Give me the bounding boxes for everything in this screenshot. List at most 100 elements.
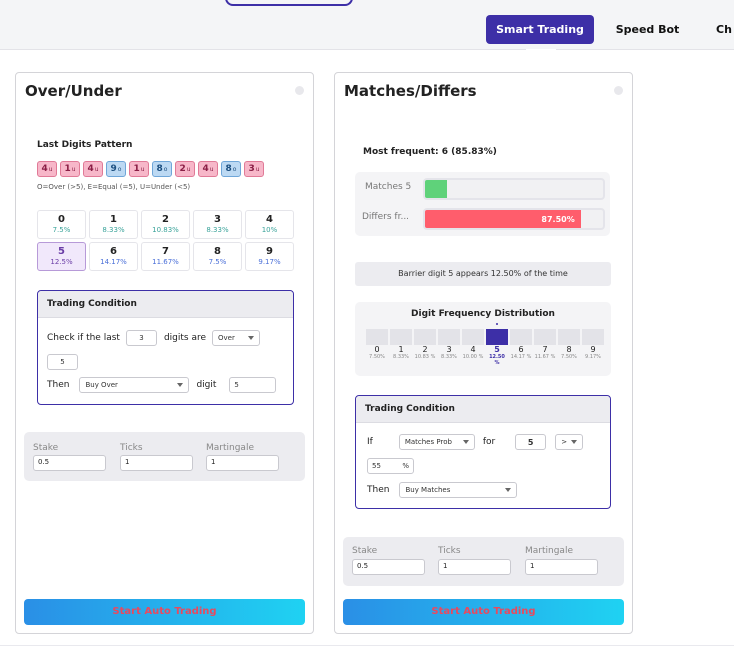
ticks-label: Ticks xyxy=(120,443,143,453)
compare-value: Over xyxy=(218,334,235,342)
digit-cell-1[interactable]: 1 8.33% xyxy=(89,210,138,239)
last-count-input[interactable]: 3 xyxy=(125,330,157,346)
marker-dot-icon xyxy=(496,323,498,325)
chip-digit: 2 xyxy=(179,164,186,174)
operator-select[interactable]: > xyxy=(555,434,584,450)
action-value: Buy Over xyxy=(85,381,118,389)
digit-cell-4[interactable]: 4 10% xyxy=(245,210,294,239)
dist-bar xyxy=(462,329,484,345)
pattern-chip: 4u xyxy=(83,161,103,177)
chevron-down-icon xyxy=(177,383,184,387)
dist-percent: 11.67 % xyxy=(534,354,556,360)
status-dot-icon xyxy=(295,86,304,95)
stake-panel: Stake 0.5 Ticks 1 Martingale 1 xyxy=(343,537,624,586)
ticks-input[interactable]: 1 xyxy=(120,455,193,471)
ticks-input[interactable]: 1 xyxy=(438,559,511,575)
status-dot-icon xyxy=(614,86,623,95)
tab-speed-bot[interactable]: Speed Bot xyxy=(610,15,685,44)
dist-digit: 6 xyxy=(518,345,524,354)
digit-stats-grid: 0 7.5% 1 8.33% 2 10.83% 3 8.33% 4 10% 5 12.5% 6 14.17… xyxy=(37,210,294,271)
digit-cell-3[interactable]: 3 8.33% xyxy=(193,210,242,239)
tab-charts[interactable]: Ch xyxy=(716,15,734,44)
differs-label: Differs fr... xyxy=(362,212,410,222)
trading-condition-panel: Trading Condition If Matches Prob for 5 … xyxy=(355,395,611,509)
martingale-input[interactable]: 1 xyxy=(525,559,598,575)
dist-percent: 10.83 % xyxy=(414,354,436,360)
digit-cell-5[interactable]: 5 12.5% xyxy=(37,242,86,271)
digit-number: 5 xyxy=(58,246,65,257)
dist-bar xyxy=(582,329,604,345)
stake-label: Stake xyxy=(352,546,378,556)
compare-select[interactable]: Over xyxy=(212,330,261,346)
threshold-value: 55 xyxy=(372,462,381,470)
dist-digit: 4 xyxy=(470,345,476,354)
action-select[interactable]: Buy Over xyxy=(79,377,190,393)
chip-digit: 4 xyxy=(41,164,48,174)
dist-col-0: 0 7.50% xyxy=(366,329,388,360)
matches-bar xyxy=(423,178,605,200)
digit-cell-8[interactable]: 8 7.5% xyxy=(193,242,242,271)
digit-input[interactable]: 5 xyxy=(229,377,277,393)
chip-type: o xyxy=(163,165,168,173)
top-bar: Smart Trading Speed Bot Ch xyxy=(0,0,734,52)
dist-bar xyxy=(390,329,412,345)
for-digit-input[interactable]: 5 xyxy=(515,434,547,450)
stake-input[interactable]: 0.5 xyxy=(33,455,106,471)
dist-percent: 14.17 % xyxy=(510,354,532,360)
digit-cell-9[interactable]: 9 9.17% xyxy=(245,242,294,271)
most-frequent-text: Most frequent: 6 (85.83%) xyxy=(363,147,497,157)
condition-value: Matches Prob xyxy=(404,438,452,446)
dist-percent: 9.17% xyxy=(585,354,601,360)
start-auto-trading-button[interactable]: Start Auto Trading xyxy=(343,599,624,625)
chip-digit: 9 xyxy=(110,164,117,174)
chip-digit: 3 xyxy=(248,164,255,174)
then-label: Then xyxy=(367,485,390,495)
martingale-input[interactable]: 1 xyxy=(206,455,279,471)
then-label: Then xyxy=(47,380,70,390)
martingale-label: Martingale xyxy=(206,443,254,453)
chip-type: u xyxy=(71,165,76,173)
digit-number: 6 xyxy=(110,246,117,257)
tab-smart-trading[interactable]: Smart Trading xyxy=(486,15,594,52)
threshold-input[interactable]: 55 % xyxy=(367,458,414,474)
if-label: If xyxy=(367,437,373,447)
dist-digit: 1 xyxy=(398,345,404,354)
probability-bars: Matches 5 Differs fr... 87.50% xyxy=(355,172,610,236)
digit-pattern-chips: 4u1u4u9o1u8o2u4u8o3u xyxy=(37,161,264,177)
dist-bar xyxy=(438,329,460,345)
digit-percent: 10% xyxy=(261,226,278,234)
digit-cell-0[interactable]: 0 7.5% xyxy=(37,210,86,239)
digit-percent: 10.83% xyxy=(152,226,179,234)
barrier-info: Barrier digit 5 appears 12.50% of the ti… xyxy=(355,262,611,286)
stake-label: Stake xyxy=(33,443,59,453)
start-auto-trading-button[interactable]: Start Auto Trading xyxy=(24,599,305,625)
chip-digit: 8 xyxy=(156,164,163,174)
dist-col-8: 8 7.50% xyxy=(558,329,580,360)
digit-number: 4 xyxy=(266,214,273,225)
condition-select[interactable]: Matches Prob xyxy=(398,434,475,450)
digit-percent: 7.5% xyxy=(208,258,227,266)
digit-percent: 14.17% xyxy=(100,258,127,266)
action-value: Buy Matches xyxy=(405,486,451,494)
digit-cell-7[interactable]: 7 11.67% xyxy=(141,242,190,271)
chevron-down-icon xyxy=(248,336,255,340)
compare-value-input[interactable]: 5 xyxy=(47,354,78,370)
ticks-label: Ticks xyxy=(438,546,461,556)
for-label: for xyxy=(482,437,496,447)
dist-percent: 7.50% xyxy=(369,354,385,360)
digit-number: 9 xyxy=(266,246,273,257)
trading-condition-title: Trading Condition xyxy=(38,291,293,318)
chip-digit: 8 xyxy=(225,164,232,174)
chip-digit: 4 xyxy=(87,164,94,174)
card-title: Matches/Differs xyxy=(344,82,477,100)
chevron-down-icon xyxy=(571,440,578,444)
digit-number: 0 xyxy=(58,214,65,225)
action-select[interactable]: Buy Matches xyxy=(399,482,518,498)
dist-digit: 8 xyxy=(566,345,572,354)
dist-col-7: 7 11.67 % xyxy=(534,329,556,360)
stake-input[interactable]: 0.5 xyxy=(352,559,425,575)
digit-cell-2[interactable]: 2 10.83% xyxy=(141,210,190,239)
digits-are-label: digits are xyxy=(163,333,207,343)
digit-cell-6[interactable]: 6 14.17% xyxy=(89,242,138,271)
dist-percent: 7.50% xyxy=(561,354,577,360)
